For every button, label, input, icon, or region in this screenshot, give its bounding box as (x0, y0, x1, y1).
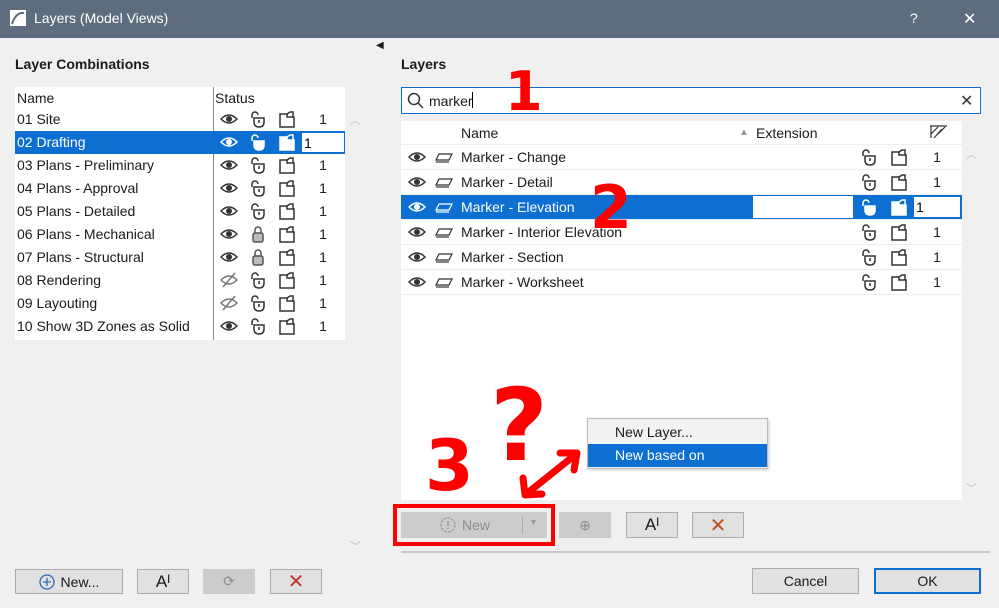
annotation-1: 1 (505, 60, 543, 123)
annotation-2: 2 (590, 173, 632, 243)
annotation-3: 3 (425, 425, 474, 507)
annotation-box (393, 504, 555, 546)
annotation-question: ? (490, 367, 548, 484)
annotation-overlay: 1 2 3 ? (393, 60, 632, 546)
